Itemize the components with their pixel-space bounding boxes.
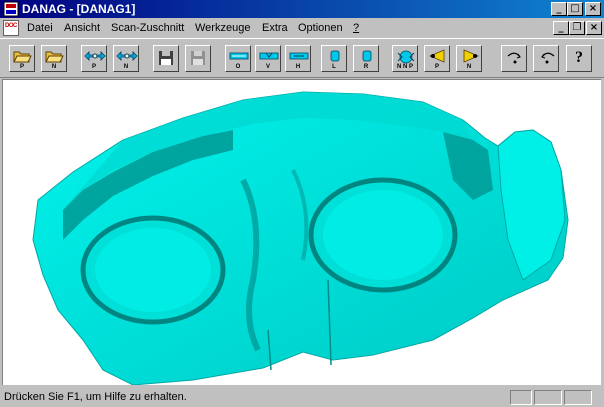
cut-v-button[interactable]: V [255, 45, 281, 72]
open-folder-n-label: N [51, 64, 57, 70]
maximize-button[interactable]: □ [567, 2, 583, 16]
window-title: DANAG - [DANAG1] [22, 2, 136, 16]
arrows-p-icon [84, 51, 106, 61]
rotate-left-button[interactable] [533, 45, 559, 72]
floppy-save-icon [159, 51, 173, 65]
menu-ansicht[interactable]: Ansicht [64, 22, 100, 34]
arrows-n-icon [116, 51, 138, 61]
transfer-n-button[interactable]: N [113, 45, 139, 72]
close-button[interactable]: × [585, 2, 601, 16]
title-bar[interactable]: DANAG - [DANAG1] _ □ × [0, 0, 604, 18]
scan-viewport[interactable] [2, 79, 601, 385]
status-bar: Drücken Sie F1, um Hilfe zu erhalten. [0, 388, 604, 407]
light-p-button[interactable]: P [424, 45, 450, 72]
mdi-minimize-button[interactable]: _ [553, 21, 569, 35]
document-icon[interactable]: DOC [3, 20, 19, 36]
transfer-p-button[interactable]: P [81, 45, 107, 72]
save-disabled-button[interactable] [185, 45, 211, 72]
cut-v-icon [259, 52, 279, 60]
status-panel-3 [564, 390, 592, 405]
cut-o-button[interactable]: O [225, 45, 251, 72]
menu-datei[interactable]: Datei [27, 22, 53, 34]
scan-combine-button[interactable]: N N P [392, 45, 418, 72]
dental-scan-surface [32, 91, 569, 385]
cut-o-label: O [235, 64, 241, 70]
cut-l-label: L [332, 64, 336, 70]
app-window: DANAG - [DANAG1] _ □ × DOC Datei Ansicht… [0, 0, 604, 407]
rotate-right-button[interactable] [501, 45, 527, 72]
status-text: Drücken Sie F1, um Hilfe zu erhalten. [4, 391, 187, 403]
open-folder-p-label: P [19, 64, 24, 70]
status-panel-1 [510, 390, 532, 405]
light-n-label: N [466, 64, 472, 70]
minimize-button[interactable]: _ [551, 2, 567, 16]
light-n-icon [463, 49, 480, 63]
help-button[interactable]: ? [566, 45, 592, 72]
cut-r-label: R [363, 64, 369, 70]
status-panel-2 [534, 390, 562, 405]
cut-v-label: V [265, 64, 270, 70]
cut-l-icon [330, 50, 340, 62]
app-icon [3, 1, 19, 17]
cut-o-icon [229, 52, 249, 60]
transfer-p-label: P [91, 64, 96, 70]
save-disabled-icon [191, 51, 205, 65]
toolbar: P N P N O V H L R N N P P N ? [0, 38, 604, 78]
mdi-restore-button[interactable]: ❐ [569, 21, 585, 35]
save-button[interactable] [153, 45, 179, 72]
cut-h-icon [289, 52, 309, 60]
menu-scan-zuschnitt[interactable]: Scan-Zuschnitt [111, 22, 184, 34]
folder-open-n-icon [45, 51, 64, 63]
menu-werkzeuge[interactable]: Werkzeuge [195, 22, 250, 34]
cut-h-label: H [295, 64, 301, 70]
rotate-left-icon [541, 52, 555, 64]
document-icon-text: DOC [5, 23, 17, 29]
scan-combine-label: N N P [396, 64, 413, 70]
mdi-close-button[interactable]: × [586, 21, 602, 35]
light-p-label: P [434, 64, 439, 70]
cut-l-button[interactable]: L [321, 45, 347, 72]
open-folder-p-button[interactable]: P [9, 45, 35, 72]
light-p-icon [428, 49, 445, 63]
cut-h-button[interactable]: H [285, 45, 311, 72]
help-icon: ? [575, 49, 583, 66]
menu-bar: DOC Datei Ansicht Scan-Zuschnitt Werkzeu… [0, 18, 604, 38]
menu-help[interactable]: ? [353, 22, 359, 34]
cut-r-icon [362, 50, 372, 62]
menu-extra[interactable]: Extra [262, 22, 288, 34]
folder-open-p-icon [13, 51, 32, 63]
light-n-button[interactable]: N [456, 45, 482, 72]
rotate-right-icon [507, 52, 521, 64]
transfer-n-label: N [123, 64, 129, 70]
menu-optionen[interactable]: Optionen [298, 22, 343, 34]
cut-r-button[interactable]: R [353, 45, 379, 72]
open-folder-n-button[interactable]: N [41, 45, 67, 72]
